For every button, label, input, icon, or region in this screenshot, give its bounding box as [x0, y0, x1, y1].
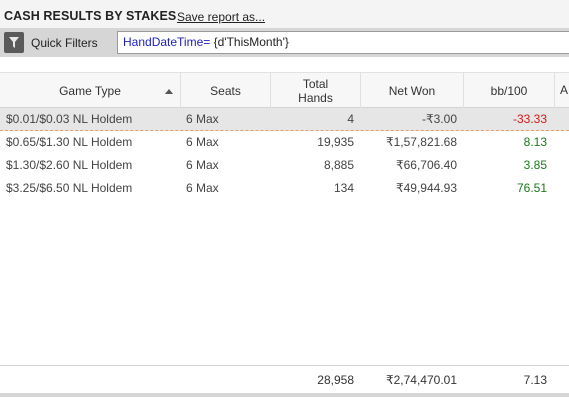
cell-game-type: $0.65/$1.30 NL Holdem: [6, 135, 133, 149]
quick-filter-bar: Quick Filters HandDateTime= {d'ThisMonth…: [0, 28, 569, 57]
cell-bb100: 3.85: [523, 158, 547, 172]
table-row[interactable]: $1.30/$2.60 NL Holdem 6 Max 8,885 ₹66,70…: [0, 154, 569, 177]
report-title: CASH RESULTS BY STAKES: [4, 9, 177, 23]
cell-seats: 6 Max: [186, 181, 219, 195]
total-net-won: ₹2,74,470.01: [385, 373, 457, 387]
cell-seats: 6 Max: [186, 158, 219, 172]
cell-bb100: -33.33: [512, 112, 547, 126]
filter-keyword: HandDateTime=: [123, 35, 211, 49]
cell-bb100: 8.13: [523, 135, 547, 149]
col-net-won[interactable]: Net Won: [361, 73, 464, 108]
table-row[interactable]: $3.25/$6.50 NL Holdem 6 Max 134 ₹49,944.…: [0, 177, 569, 200]
cell-total-hands: 4: [347, 112, 354, 126]
cell-total-hands: 8,885: [323, 158, 354, 172]
filter-value: {d'ThisMonth'}: [210, 35, 289, 49]
save-report-link[interactable]: Save report as...: [177, 10, 265, 24]
quick-filters-label: Quick Filters: [31, 36, 98, 50]
cell-game-type: $1.30/$2.60 NL Holdem: [6, 158, 133, 172]
col-bb100[interactable]: bb/100: [464, 73, 555, 108]
report-title-bar: CASH RESULTS BY STAKES Save report as...: [0, 0, 569, 28]
col-extra-label[interactable]: A: [560, 83, 568, 97]
col-total-hands-label-2: Hands: [298, 90, 333, 105]
cell-net-won: ₹66,706.40: [395, 158, 457, 172]
cell-net-won: -₹3.00: [422, 112, 457, 126]
total-bb100: 7.13: [523, 373, 547, 387]
cell-game-type: $0.01/$0.03 NL Holdem: [6, 112, 133, 126]
cell-seats: 6 Max: [186, 135, 219, 149]
filter-button[interactable]: [4, 32, 24, 53]
col-game-type[interactable]: Game Type: [0, 73, 181, 108]
col-seats[interactable]: Seats: [181, 73, 271, 108]
results-table-body: $0.01/$0.03 NL Holdem 6 Max 4 -₹3.00 -33…: [0, 108, 569, 200]
bottom-scrollbar-track: [0, 393, 569, 397]
sort-ascending-icon: [165, 89, 173, 94]
col-net-won-label: Net Won: [388, 83, 436, 98]
total-hands: 28,958: [317, 373, 354, 387]
col-game-type-label: Game Type: [59, 83, 121, 98]
cell-net-won: ₹49,944.93: [395, 181, 457, 195]
col-total-hands[interactable]: Total Hands: [271, 73, 361, 108]
cell-game-type: $3.25/$6.50 NL Holdem: [6, 181, 133, 195]
col-seats-label: Seats: [210, 83, 241, 98]
table-header: Game Type Seats Total Hands Net Won bb/1…: [0, 72, 569, 108]
table-row[interactable]: $0.01/$0.03 NL Holdem 6 Max 4 -₹3.00 -33…: [0, 108, 569, 131]
col-total-hands-label-1: Total: [302, 76, 329, 91]
cell-bb100: 76.51: [516, 181, 547, 195]
table-row[interactable]: $0.65/$1.30 NL Holdem 6 Max 19,935 ₹1,57…: [0, 131, 569, 154]
cell-total-hands: 134: [333, 181, 354, 195]
col-bb100-label: bb/100: [490, 83, 528, 98]
cell-net-won: ₹1,57,821.68: [385, 135, 457, 149]
spacer: [0, 57, 569, 72]
totals-row: 28,958 ₹2,74,470.01 7.13: [0, 366, 569, 393]
cell-seats: 6 Max: [186, 112, 219, 126]
funnel-icon: [9, 37, 19, 48]
quick-filter-input[interactable]: HandDateTime= {d'ThisMonth'}: [117, 31, 569, 54]
cell-total-hands: 19,935: [317, 135, 354, 149]
